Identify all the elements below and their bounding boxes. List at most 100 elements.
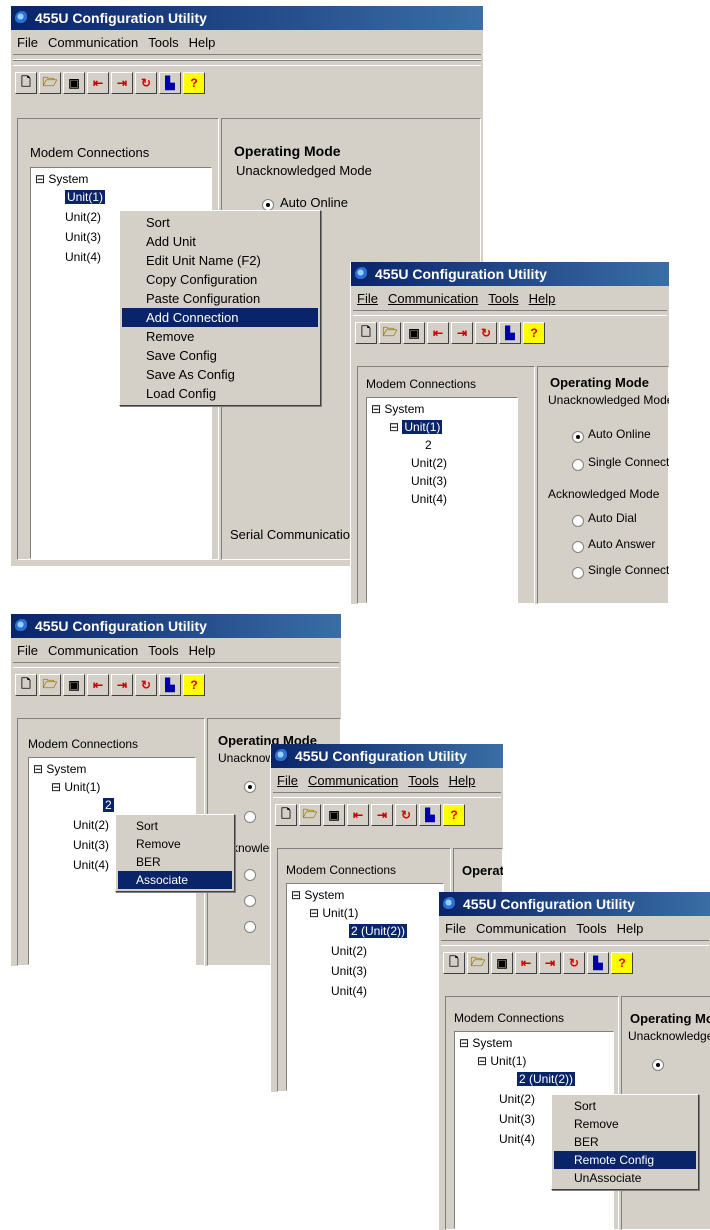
tree-unit-2[interactable]: Unit(2) (499, 1092, 535, 1106)
help-icon[interactable]: ? (183, 674, 205, 696)
tree-unit-2[interactable]: Unit(2) (65, 210, 101, 224)
radio-auto-dial[interactable] (244, 869, 256, 881)
menu-file[interactable]: File (277, 773, 298, 788)
chart-icon[interactable]: ▙ (159, 674, 181, 696)
menu-file[interactable]: File (17, 35, 38, 50)
ctx-associate[interactable]: Associate (118, 871, 232, 889)
menu-communication[interactable]: Communication (48, 35, 138, 50)
tree-system[interactable]: ⊟ System (291, 888, 344, 902)
menu-tools[interactable]: Tools (148, 643, 178, 658)
save-icon[interactable]: ▣ (63, 72, 85, 94)
radio-single-connect[interactable] (572, 459, 584, 471)
menu-help[interactable]: Help (189, 643, 216, 658)
tree-unit-3[interactable]: Unit(3) (65, 230, 101, 244)
tree-unit-4[interactable]: Unit(4) (65, 250, 101, 264)
save-icon[interactable]: ▣ (63, 674, 85, 696)
menu-file[interactable]: File (445, 921, 466, 936)
tree-unit-1[interactable]: ⊟ Unit(1) (51, 780, 100, 794)
tree-child-2-assoc[interactable]: 2 (Unit(2)) (515, 1071, 577, 1087)
upload-icon[interactable]: ⇤ (87, 674, 109, 696)
menu-tools[interactable]: Tools (408, 773, 438, 788)
menu-tools[interactable]: Tools (488, 291, 518, 306)
tree-unit-1[interactable]: Unit(1) (63, 189, 107, 205)
tree-unit-1[interactable]: ⊟ Unit(1) (477, 1054, 526, 1068)
tree-system[interactable]: ⊟ System (33, 762, 86, 776)
radio-auto-dial[interactable] (572, 515, 584, 527)
open-icon[interactable]: 🗁 (379, 322, 401, 344)
reset-icon[interactable]: ↻ (135, 674, 157, 696)
ctx-save-config[interactable]: Save Config (122, 346, 318, 365)
menu-help[interactable]: Help (529, 291, 556, 306)
ctx-sort[interactable]: Sort (118, 817, 232, 835)
menu-help[interactable]: Help (449, 773, 476, 788)
ctx-ber[interactable]: BER (118, 853, 232, 871)
radio-auto-online[interactable] (572, 431, 584, 443)
save-icon[interactable]: ▣ (403, 322, 425, 344)
new-icon[interactable]: 🗋 (355, 322, 377, 344)
ctx-sort[interactable]: Sort (554, 1097, 696, 1115)
save-icon[interactable]: ▣ (323, 804, 345, 826)
tree-unit-3[interactable]: Unit(3) (331, 964, 367, 978)
chart-icon[interactable]: ▙ (587, 952, 609, 974)
download-icon[interactable]: ⇥ (451, 322, 473, 344)
tree-unit-4[interactable]: Unit(4) (499, 1132, 535, 1146)
tree-unit-2[interactable]: Unit(2) (73, 818, 109, 832)
radio-single-connect-ack[interactable] (572, 567, 584, 579)
tree-unit-4[interactable]: Unit(4) (331, 984, 367, 998)
menu-communication[interactable]: Communication (388, 291, 478, 306)
new-icon[interactable]: 🗋 (15, 674, 37, 696)
ctx-paste-config[interactable]: Paste Configuration (122, 289, 318, 308)
tree-system[interactable]: ⊟ System (371, 402, 424, 416)
help-icon[interactable]: ? (611, 952, 633, 974)
help-icon[interactable]: ? (443, 804, 465, 826)
menu-file[interactable]: File (17, 643, 38, 658)
upload-icon[interactable]: ⇤ (347, 804, 369, 826)
save-icon[interactable]: ▣ (491, 952, 513, 974)
ctx-unassociate[interactable]: UnAssociate (554, 1169, 696, 1187)
open-icon[interactable]: 🗁 (299, 804, 321, 826)
radio-single-connect[interactable] (244, 811, 256, 823)
tree-unit-2[interactable]: Unit(2) (411, 456, 447, 470)
menu-file[interactable]: File (357, 291, 378, 306)
radio-auto-online[interactable] (652, 1059, 664, 1071)
ctx-sort[interactable]: Sort (122, 213, 318, 232)
ctx-copy-config[interactable]: Copy Configuration (122, 270, 318, 289)
menu-communication[interactable]: Communication (308, 773, 398, 788)
upload-icon[interactable]: ⇤ (87, 72, 109, 94)
menu-communication[interactable]: Communication (476, 921, 566, 936)
reset-icon[interactable]: ↻ (563, 952, 585, 974)
reset-icon[interactable]: ↻ (395, 804, 417, 826)
radio-auto-answer[interactable] (244, 895, 256, 907)
reset-icon[interactable]: ↻ (135, 72, 157, 94)
new-icon[interactable]: 🗋 (275, 804, 297, 826)
radio-auto-online[interactable] (244, 781, 256, 793)
reset-icon[interactable]: ↻ (475, 322, 497, 344)
ctx-save-as-config[interactable]: Save As Config (122, 365, 318, 384)
ctx-remove[interactable]: Remove (122, 327, 318, 346)
menu-help[interactable]: Help (617, 921, 644, 936)
tree-unit-1[interactable]: ⊟ Unit(1) (309, 906, 358, 920)
chart-icon[interactable]: ▙ (419, 804, 441, 826)
tree-child-2[interactable]: 2 (102, 797, 115, 813)
tree-unit-1[interactable]: ⊟ Unit(1) (389, 419, 444, 435)
chart-icon[interactable]: ▙ (159, 72, 181, 94)
ctx-load-config[interactable]: Load Config (122, 384, 318, 403)
radio-auto-answer[interactable] (572, 541, 584, 553)
menu-tools[interactable]: Tools (576, 921, 606, 936)
tree-system[interactable]: ⊟ System (459, 1036, 512, 1050)
tree-child-2[interactable]: 2 (425, 438, 432, 452)
download-icon[interactable]: ⇥ (111, 674, 133, 696)
upload-icon[interactable]: ⇤ (515, 952, 537, 974)
radio-single-connect-ack[interactable] (244, 921, 256, 933)
ctx-remove[interactable]: Remove (118, 835, 232, 853)
ctx-remote-config[interactable]: Remote Config (554, 1151, 696, 1169)
ctx-ber[interactable]: BER (554, 1133, 696, 1151)
tree-unit-3[interactable]: Unit(3) (499, 1112, 535, 1126)
chart-icon[interactable]: ▙ (499, 322, 521, 344)
tree-child-2-assoc[interactable]: 2 (Unit(2)) (347, 923, 409, 939)
open-icon[interactable]: 🗁 (467, 952, 489, 974)
ctx-add-unit[interactable]: Add Unit (122, 232, 318, 251)
help-icon[interactable]: ? (523, 322, 545, 344)
upload-icon[interactable]: ⇤ (427, 322, 449, 344)
open-icon[interactable]: 🗁 (39, 674, 61, 696)
